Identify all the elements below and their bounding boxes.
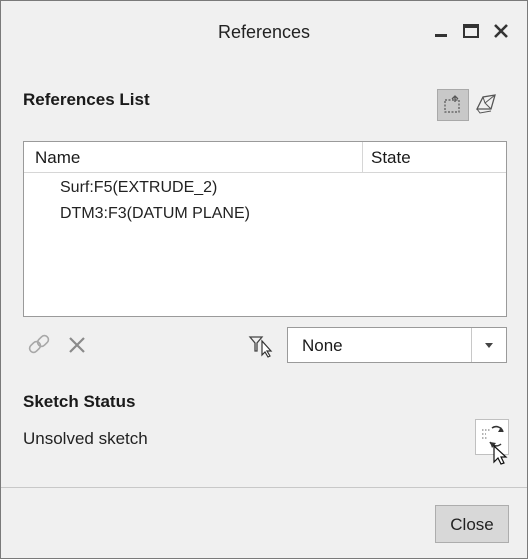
maximize-icon xyxy=(463,24,479,38)
filter-dropdown-value: None xyxy=(302,336,343,355)
footer-divider xyxy=(1,487,527,488)
list-item[interactable]: DTM3:F3(DATUM PLANE) xyxy=(60,205,250,223)
select-reference-button[interactable] xyxy=(437,89,469,121)
link-button[interactable] xyxy=(23,329,55,361)
minimize-button[interactable] xyxy=(427,17,455,45)
minimize-icon xyxy=(435,34,447,37)
solve-sketch-button[interactable] xyxy=(475,419,509,465)
filter-icon xyxy=(248,336,273,358)
select-reference-icon xyxy=(444,95,460,113)
solve-sketch-icon xyxy=(482,425,508,465)
surface-reference-button[interactable] xyxy=(471,89,503,121)
maximize-button[interactable] xyxy=(457,17,485,45)
column-divider[interactable] xyxy=(362,142,363,172)
filter-dropdown[interactable]: None xyxy=(287,327,507,363)
close-window-button[interactable] xyxy=(487,17,515,45)
delete-button[interactable] xyxy=(61,329,93,361)
chevron-down-icon xyxy=(485,343,493,348)
dropdown-arrow[interactable] xyxy=(471,328,506,362)
list-item[interactable]: Surf:F5(EXTRUDE_2) xyxy=(60,179,217,197)
references-listbox[interactable]: Name State Surf:F5(EXTRUDE_2) DTM3:F3(DA… xyxy=(23,141,507,317)
column-header-state[interactable]: State xyxy=(371,148,411,168)
column-header-name[interactable]: Name xyxy=(35,148,80,168)
link-icon xyxy=(28,334,50,354)
title-bar[interactable]: References xyxy=(1,1,527,61)
references-dialog: References References List Name State Su… xyxy=(0,0,528,559)
sketch-status-label: Sketch Status xyxy=(23,392,136,411)
list-header: Name State xyxy=(24,142,506,173)
filter-button[interactable] xyxy=(245,329,277,361)
surface-reference-icon xyxy=(475,94,496,114)
references-list-label: References List xyxy=(23,90,150,109)
sketch-status-text: Unsolved sketch xyxy=(23,429,148,448)
close-button[interactable]: Close xyxy=(435,505,509,543)
delete-icon xyxy=(69,337,85,353)
close-icon xyxy=(494,24,508,38)
